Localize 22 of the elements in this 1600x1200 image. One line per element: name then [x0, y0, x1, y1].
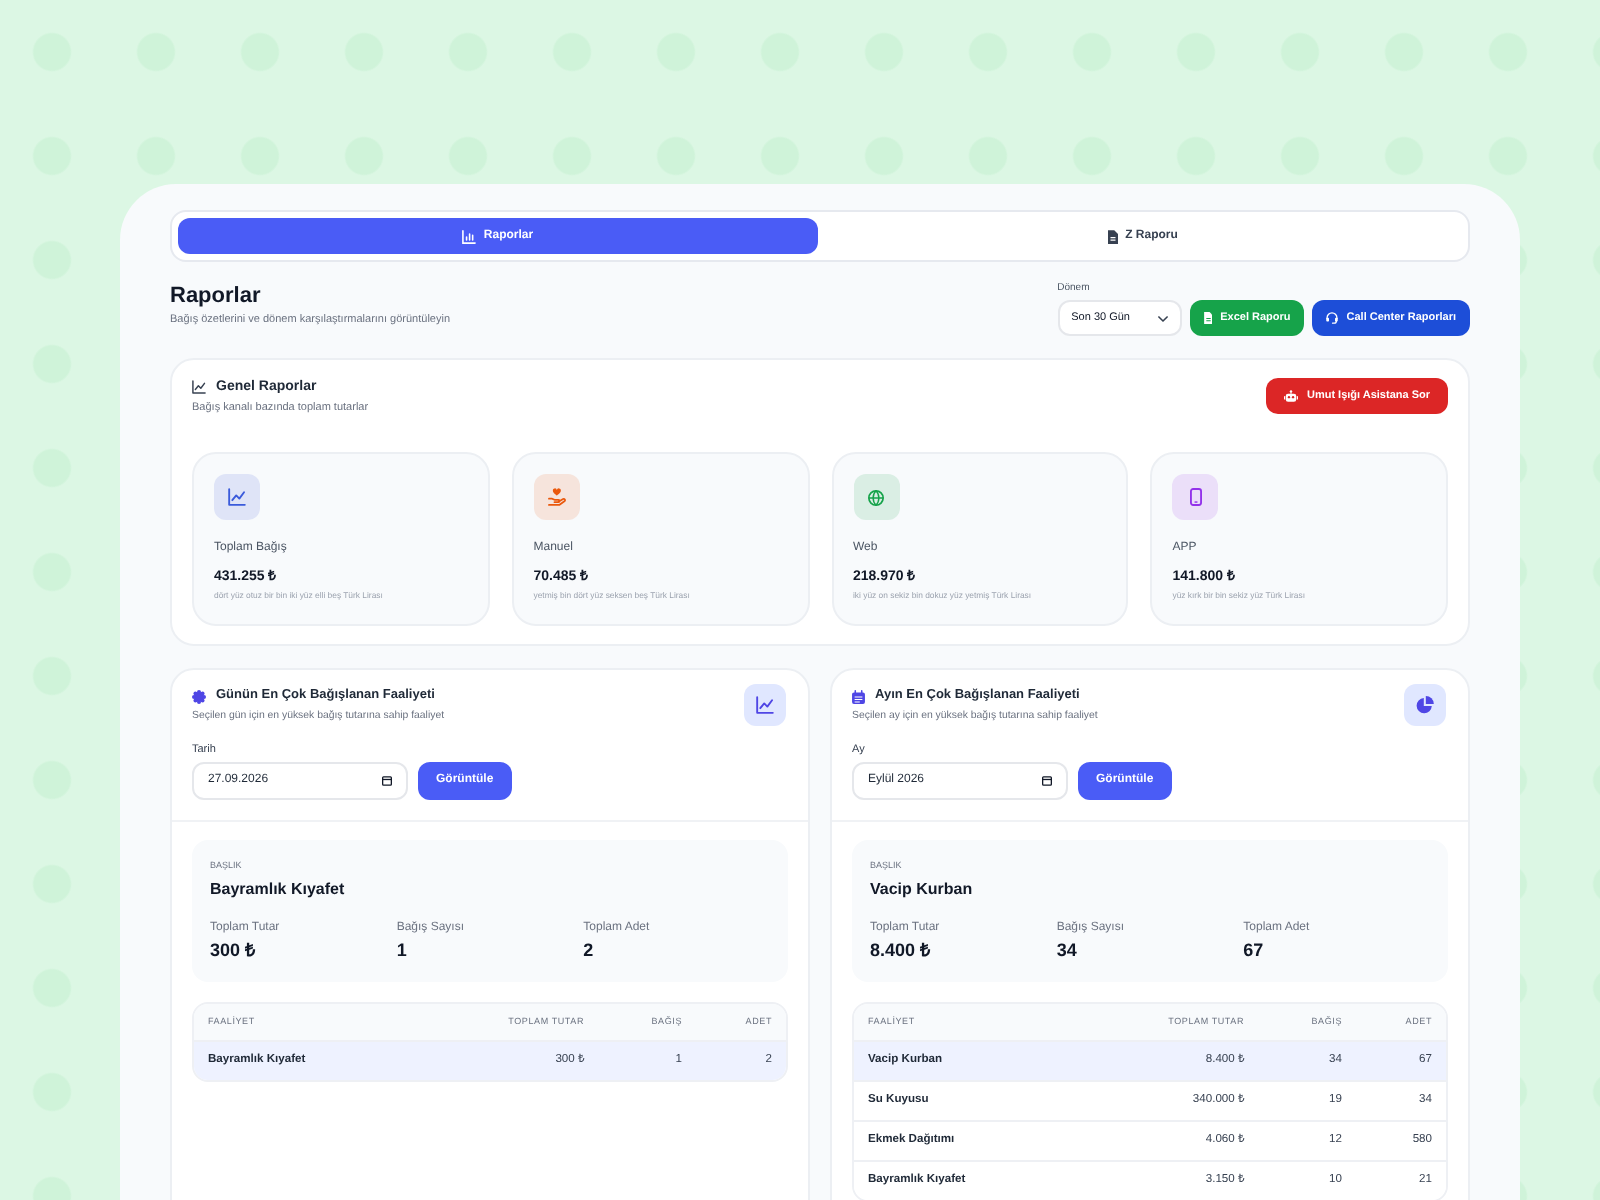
robot-icon [1284, 390, 1299, 402]
metric-value: 8.400 ₺ [870, 940, 933, 962]
metric-value: 34 [1056, 940, 1079, 962]
calendar-icon [852, 689, 865, 703]
pie-chart-icon [1404, 684, 1446, 726]
line-chart-icon [192, 380, 206, 394]
document-icon [1203, 312, 1213, 324]
metric-value: 67 [1243, 940, 1266, 962]
metric-value: 2 [583, 940, 596, 962]
summary-title: Bayramlık Kıyafet [210, 880, 347, 900]
bar-chart-icon [461, 229, 476, 243]
summary-title: Vacip Kurban [870, 880, 975, 900]
chevron-down-icon [1157, 315, 1168, 321]
calendar-icon [1042, 776, 1052, 786]
badge-icon [192, 689, 206, 703]
page-title: Raporlar [170, 284, 263, 310]
headset-icon [1326, 312, 1339, 324]
document-icon [1107, 229, 1118, 243]
metric-value: 1 [396, 940, 409, 962]
metric-value: 300 ₺ [210, 940, 258, 962]
calendar-icon [382, 776, 392, 786]
line-chart-icon [744, 684, 786, 726]
